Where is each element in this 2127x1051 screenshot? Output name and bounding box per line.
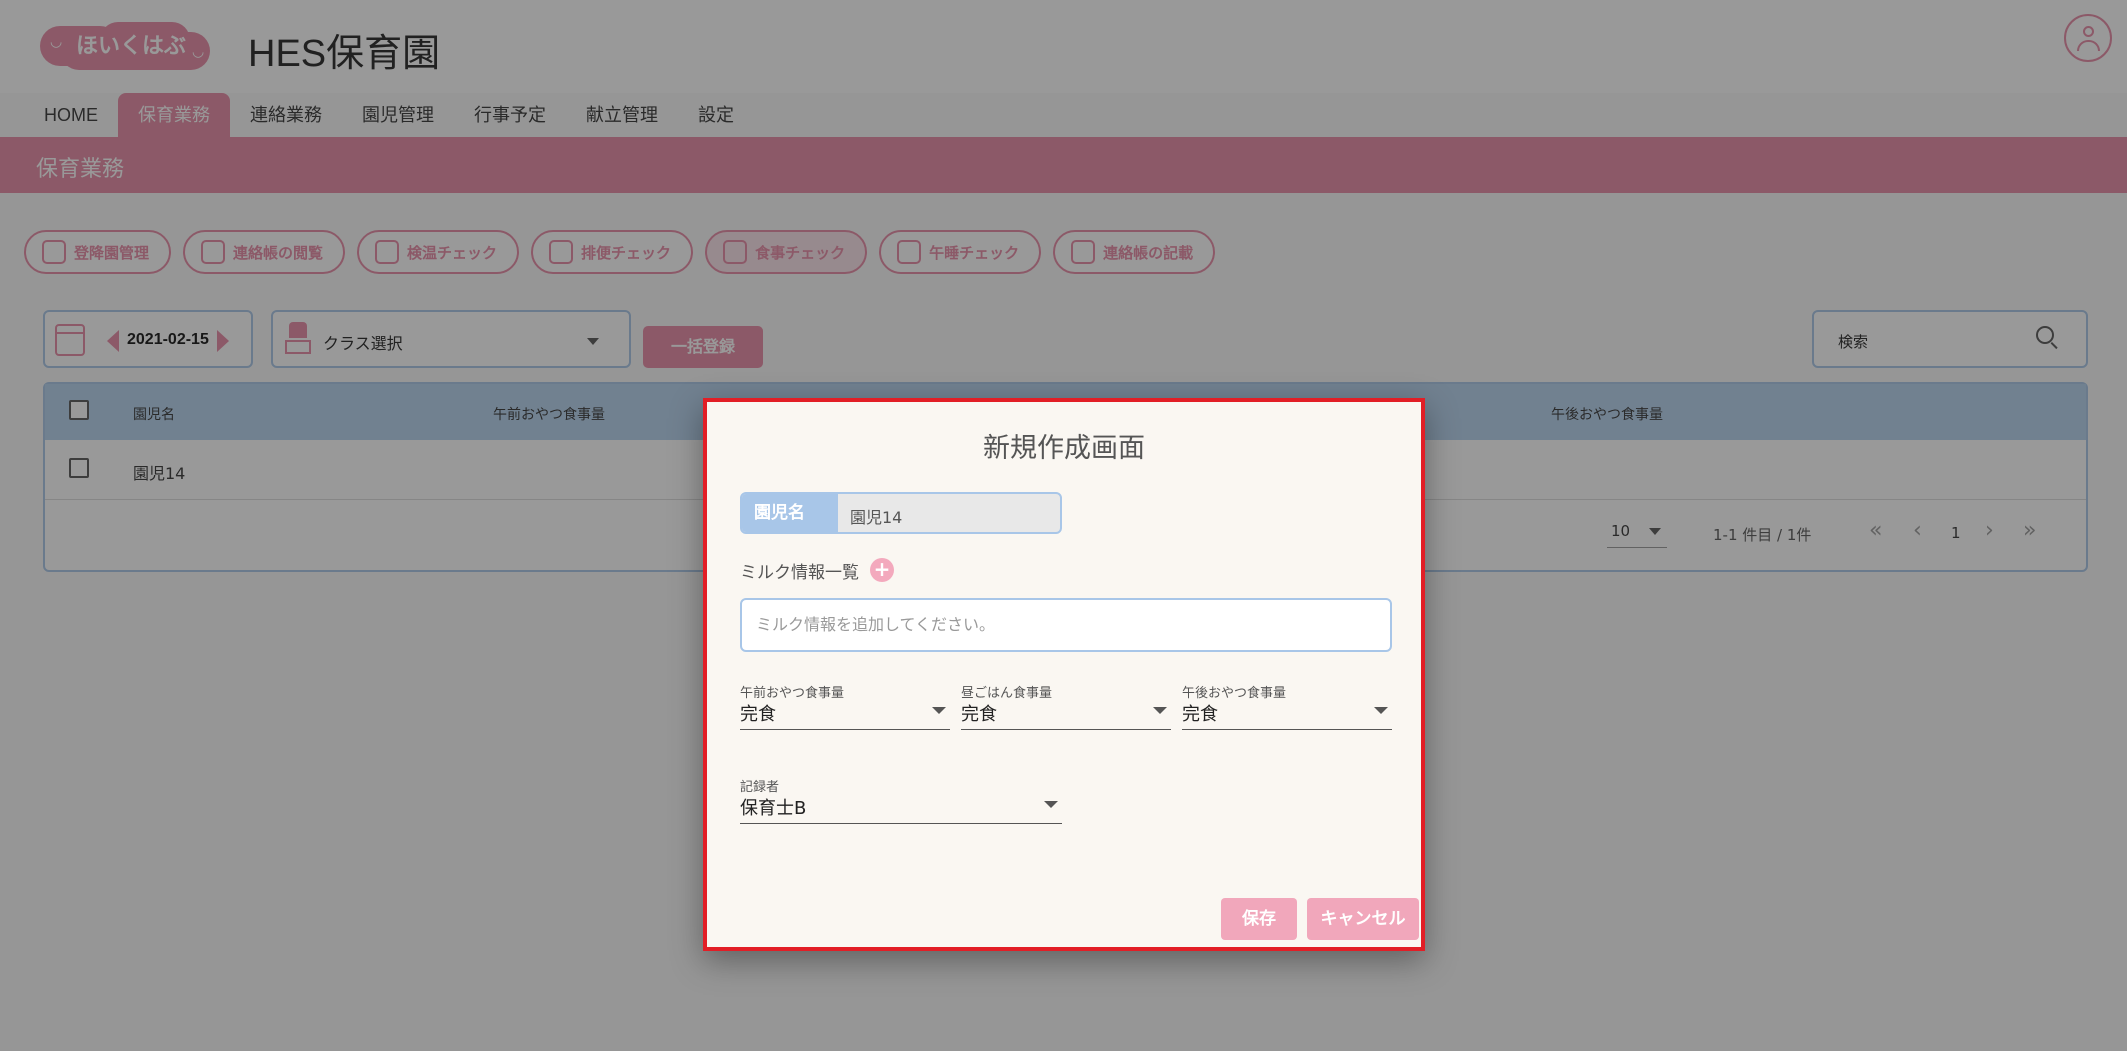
recorder-value: 保育士B bbox=[740, 798, 807, 819]
pm-snack-value: 完食 bbox=[1182, 704, 1218, 725]
am-snack-select[interactable]: 午前おやつ食事量 完食 bbox=[740, 682, 950, 730]
child-name-field: 園児名 園児14 bbox=[740, 492, 1062, 534]
lunch-select[interactable]: 昼ごはん食事量 完食 bbox=[961, 682, 1171, 730]
child-name-value: 園児14 bbox=[850, 508, 903, 527]
cancel-button[interactable]: キャンセル bbox=[1307, 898, 1419, 940]
save-button[interactable]: 保存 bbox=[1221, 898, 1297, 940]
lunch-value: 完食 bbox=[961, 704, 997, 725]
recorder-label: 記録者 bbox=[740, 780, 780, 795]
lunch-label: 昼ごはん食事量 bbox=[961, 686, 1053, 701]
dialog-title: 新規作成画面 bbox=[983, 433, 1145, 464]
recorder-select[interactable]: 記録者 保育士B bbox=[740, 776, 1062, 824]
add-milk-icon[interactable]: + bbox=[870, 558, 894, 582]
child-name-label: 園児名 bbox=[742, 494, 838, 532]
am-snack-label: 午前おやつ食事量 bbox=[740, 686, 845, 701]
chevron-down-icon bbox=[932, 707, 946, 714]
milk-info-label: ミルク情報一覧 bbox=[740, 563, 859, 583]
pm-snack-label: 午後おやつ食事量 bbox=[1182, 686, 1287, 701]
chevron-down-icon bbox=[1153, 707, 1167, 714]
chevron-down-icon bbox=[1374, 707, 1388, 714]
create-dialog: 新規作成画面 園児名 園児14 ミルク情報一覧 + ミルク情報を追加してください… bbox=[703, 398, 1425, 951]
milk-info-field[interactable]: ミルク情報を追加してください。 bbox=[740, 598, 1392, 652]
chevron-down-icon bbox=[1044, 801, 1058, 808]
pm-snack-select[interactable]: 午後おやつ食事量 完食 bbox=[1182, 682, 1392, 730]
am-snack-value: 完食 bbox=[740, 704, 776, 725]
